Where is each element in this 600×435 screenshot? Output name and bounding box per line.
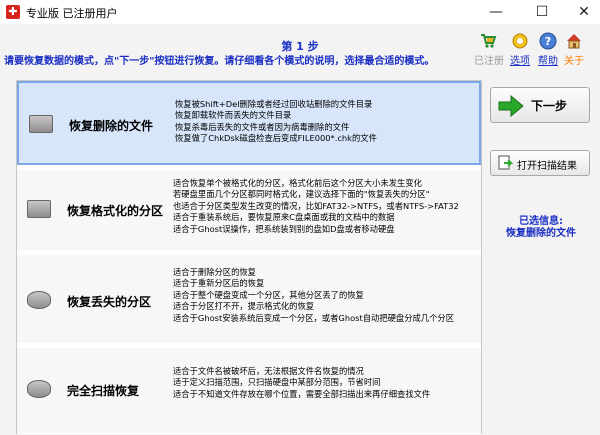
desc-line: 恢复卸载软件而丢失的文件目录 [175, 110, 292, 121]
mode-description: 适合于删除分区的恢复 适合于重新分区后的恢复 适合于整个硬盘变成一个分区，其他分… [173, 267, 479, 324]
desc-line: 适合于重装系统后，要恢复原来C盘桌面或我的文档中的数据 [173, 212, 395, 223]
registered-tool[interactable]: 已注册 [474, 32, 504, 67]
app-logo-icon: ✚ [6, 5, 20, 19]
desc-line: 适合于整个硬盘变成一个分区，其他分区丢了的恢复 [173, 289, 364, 300]
desc-line: 适合于Ghost安装系统后变成一个分区，或者Ghost自动把硬盘分成几个分区 [173, 312, 454, 323]
desc-line: 适合于Ghost误操作，把系统装到别的盘如D盘或者移动硬盘 [173, 223, 395, 234]
desc-line: 适于定义扫描范围，只扫描硬盘中某部分范围，节省时间 [173, 377, 381, 388]
desc-line: 适合于删除分区的恢复 [173, 267, 256, 277]
maximize-button[interactable]: ☐ [526, 0, 558, 24]
desc-line: 适合于重新分区后的恢复 [173, 278, 265, 289]
svg-text:?: ? [545, 35, 551, 48]
mode-item-formatted-partition[interactable]: 恢复格式化的分区 适合恢复单个被格式化的分区，格式化前后这个分区大小未发生变化 … [17, 170, 481, 251]
registered-label: 已注册 [474, 56, 504, 67]
desc-line: 适合恢复单个被格式化的分区，格式化前后这个分区大小未发生变化 [173, 178, 422, 188]
mode-description: 适合恢复单个被格式化的分区，格式化前后这个分区大小未发生变化 若硬盘里面几个分区… [173, 178, 479, 235]
title-bar: ✚ 专业版 已注册用户 — ☐ ✕ [0, 0, 600, 24]
mode-name: 恢复格式化的分区 [67, 204, 164, 218]
mode-description: 适合于文件名被破坏后，无法根据文件名恢复的情况 适于定义扫描范围，只扫描硬盘中某… [173, 366, 479, 400]
mode-item-deleted-files[interactable]: 恢复删除的文件 恢复被Shift+Del删除或者经过回收站删除的文件目录 恢复卸… [17, 81, 481, 165]
desc-line: 若硬盘里面几个分区都同时格式化，建议选择下面的"恢复丢失的分区" [173, 189, 430, 200]
mode-name: 恢复丢失的分区 [67, 295, 152, 309]
window-title: 专业版 已注册用户 [26, 7, 118, 20]
disk-platter-icon [27, 291, 51, 309]
disk-platter-icon [27, 380, 51, 398]
next-step-button[interactable]: 下一步 [490, 87, 590, 123]
desc-line: 恢复做了ChkDsk磁盘检查后变成FILE000*.chk的文件 [175, 133, 377, 144]
desc-line: 也适合于分区类型发生改变的情况，比如FAT32->NTFS，或者NTFS->FA… [173, 200, 459, 211]
selected-info: 已选信息: 恢复删除的文件 [486, 216, 596, 240]
options-tool[interactable]: 选项 [506, 32, 534, 67]
hard-drive-icon [29, 115, 53, 133]
desc-line: 适合于文件名被破坏后，无法根据文件名恢复的情况 [173, 366, 364, 376]
open-scan-results-button[interactable]: 打开扫描结果 [490, 150, 590, 176]
hard-drive-icon [27, 200, 51, 218]
mode-description: 恢复被Shift+Del删除或者经过回收站删除的文件目录 恢复卸载软件而丢失的文… [175, 99, 481, 145]
next-step-label: 下一步 [531, 99, 568, 113]
desc-line: 适合于不知道文件存放在哪个位置，需要全部扫描出来再仔细查找文件 [173, 388, 431, 399]
mode-item-full-scan[interactable]: 完全扫描恢复 适合于文件名被破坏后，无法根据文件名恢复的情况 适于定义扫描范围，… [17, 348, 481, 434]
gear-icon [511, 32, 529, 50]
instruction-text: 请要恢复数据的模式，点"下一步"按钮进行恢复。请仔细看各个模式的说明，选择最合适… [4, 56, 435, 67]
selected-info-title: 已选信息: [519, 216, 563, 227]
help-tool[interactable]: ? 帮助 [534, 32, 562, 67]
about-tool[interactable]: 关于 [560, 32, 588, 67]
help-label: 帮助 [538, 56, 558, 67]
selected-info-value: 恢复删除的文件 [506, 228, 576, 239]
mode-list: 恢复删除的文件 恢复被Shift+Del删除或者经过回收站删除的文件目录 恢复卸… [16, 80, 482, 434]
house-icon [565, 32, 583, 50]
main-content: 第 1 步 请要恢复数据的模式，点"下一步"按钮进行恢复。请仔细看各个模式的说明… [0, 24, 600, 435]
about-label: 关于 [564, 56, 584, 67]
cart-icon [479, 32, 497, 50]
open-file-icon [497, 155, 514, 175]
desc-line: 恢复被Shift+Del删除或者经过回收站删除的文件目录 [175, 99, 373, 109]
mode-name: 恢复删除的文件 [69, 119, 154, 133]
options-label: 选项 [510, 56, 530, 67]
mode-item-lost-partition[interactable]: 恢复丢失的分区 适合于删除分区的恢复 适合于重新分区后的恢复 适合于整个硬盘变成… [17, 255, 481, 344]
mode-name: 完全扫描恢复 [67, 384, 140, 398]
help-icon: ? [539, 32, 557, 50]
open-scan-results-label: 打开扫描结果 [517, 161, 577, 172]
minimize-button[interactable]: — [480, 0, 512, 24]
close-button[interactable]: ✕ [568, 0, 600, 24]
desc-line: 适合于分区打不开，提示格式化的恢复 [173, 301, 315, 312]
desc-line: 恢复杀毒后丢失的文件或者因为病毒删除的文件 [175, 121, 350, 132]
